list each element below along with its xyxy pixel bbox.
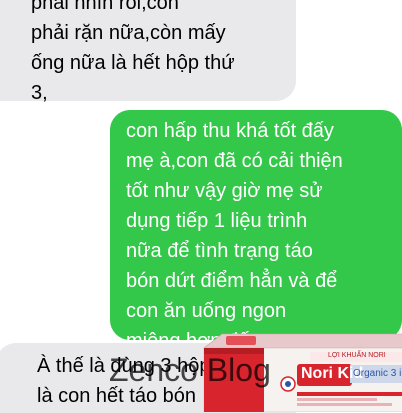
message-line: tốt như vậy giờ mẹ sử — [126, 180, 323, 202]
message-line: bón dứt điểm hẳn và để — [126, 270, 338, 292]
product-brand-line: LỢI KHUẨN NORI — [328, 352, 386, 359]
message-line: mẹ à,con đã có cải thiện — [126, 150, 343, 172]
message-line: phải nhìn rồi,con — [31, 0, 179, 14]
incoming-message-bubble: phải nhìn rồi,con phải rặn nữa,còn mấy ố… — [0, 0, 296, 104]
message-line: con hấp thu khá tốt đấy — [126, 120, 334, 142]
outgoing-message-bubble: con hấp thu khá tốt đấy mẹ à,con đã có c… — [110, 110, 402, 352]
message-line: 3, — [31, 82, 48, 104]
product-subtitle: Organic 3 in 1 — [353, 368, 402, 379]
message-line: con ăn uống ngon — [126, 300, 287, 322]
watermark-text: Zenco Blog — [109, 352, 271, 388]
message-line: dụng tiếp 1 liệu trình — [126, 210, 308, 232]
message-line: nữa để tình trạng táo — [126, 240, 313, 262]
message-line: ống nữa là hết hộp thứ — [31, 52, 235, 74]
message-line: phải rặn nữa,còn mấy — [31, 22, 226, 44]
